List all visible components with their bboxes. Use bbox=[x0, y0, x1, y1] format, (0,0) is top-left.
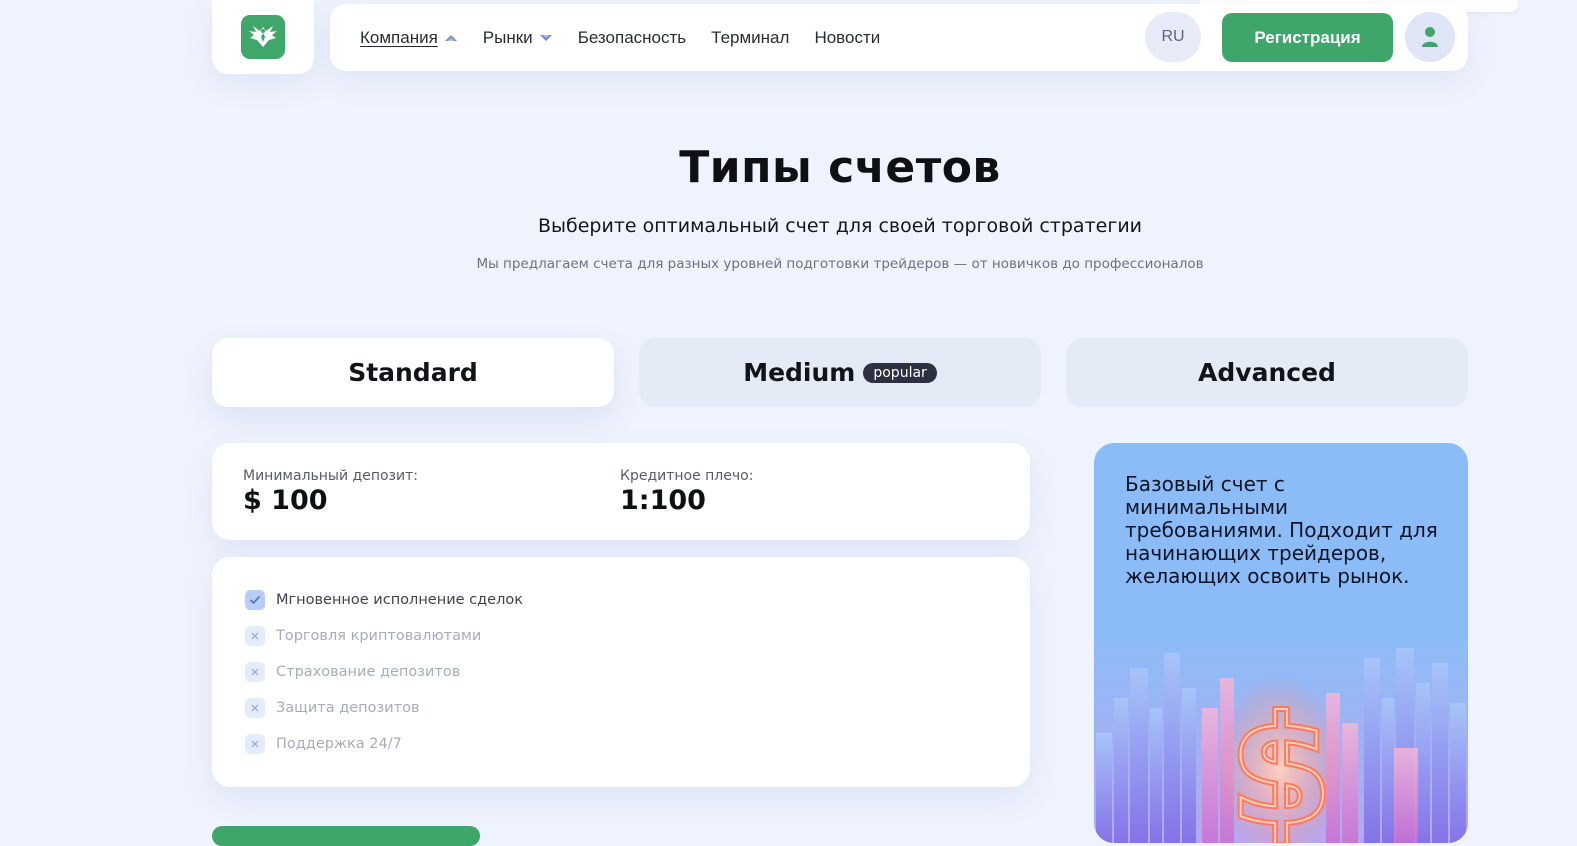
account-button[interactable] bbox=[1405, 12, 1455, 62]
nav-item-news[interactable]: Новости bbox=[814, 28, 880, 48]
eagle-logo-icon bbox=[241, 15, 285, 59]
feature-item: Мгновенное исполнение сделок bbox=[245, 590, 523, 610]
nav-item-markets[interactable]: Рынки bbox=[483, 28, 553, 48]
register-button[interactable]: Регистрация bbox=[1222, 13, 1393, 62]
tab-label: Advanced bbox=[1198, 358, 1336, 387]
chevron-down-icon bbox=[539, 34, 552, 41]
feature-label: Торговля криптовалютами bbox=[276, 628, 482, 644]
cross-icon bbox=[245, 698, 265, 718]
check-icon bbox=[245, 590, 265, 610]
nav-item-security[interactable]: Безопасность bbox=[578, 28, 686, 48]
feature-item: Защита депозитов bbox=[245, 698, 420, 718]
popular-badge: popular bbox=[863, 362, 937, 383]
tab-label: Standard bbox=[348, 358, 478, 387]
language-switcher[interactable]: RU bbox=[1145, 12, 1201, 62]
feature-label: Поддержка 24/7 bbox=[276, 736, 402, 752]
nav-item-label: Рынки bbox=[482, 27, 533, 47]
page-subtitle: Выберите оптимальный счет для своей торг… bbox=[537, 215, 1143, 237]
leverage-value: 1:100 bbox=[620, 485, 706, 516]
leverage-label: Кредитное плечо: bbox=[620, 468, 754, 484]
tab-label: Medium bbox=[743, 358, 856, 387]
feature-item: Поддержка 24/7 bbox=[245, 734, 402, 754]
min-deposit-label: Минимальный депозит: bbox=[243, 468, 418, 484]
nav-item-terminal[interactable]: Терминал bbox=[711, 28, 789, 48]
nav-item-company[interactable]: Компания bbox=[360, 28, 458, 48]
top-navbar: Компания Рынки Безопасность Терминал Нов… bbox=[330, 4, 1468, 71]
promo-text: Базовый счет с минимальными требованиями… bbox=[1125, 472, 1438, 588]
features-card: Мгновенное исполнение сделок Торговля кр… bbox=[212, 557, 1030, 787]
logo-link[interactable] bbox=[212, 0, 314, 74]
cross-icon bbox=[245, 626, 265, 646]
page-description: Мы предлагаем счета для разных уровней п… bbox=[476, 256, 1204, 272]
nav-links: Компания Рынки Безопасность Терминал Нов… bbox=[360, 4, 905, 71]
feature-label: Защита депозитов bbox=[276, 700, 420, 716]
tab-medium[interactable]: Medium popular bbox=[639, 338, 1041, 407]
account-promo-card: Базовый счет с минимальными требованиями… bbox=[1094, 443, 1468, 843]
nav-item-label: Терминал bbox=[711, 27, 790, 47]
chevron-up-icon bbox=[444, 34, 457, 41]
feature-item: Страхование депозитов bbox=[245, 662, 460, 682]
tab-standard[interactable]: Standard bbox=[212, 338, 614, 407]
min-deposit-value: $ 100 bbox=[243, 485, 328, 516]
nav-item-label: Компания bbox=[360, 27, 438, 47]
min-deposit: Минимальный депозит: $ 100 bbox=[243, 468, 418, 516]
nav-item-label: Новости bbox=[814, 27, 881, 47]
account-params-card: Минимальный депозит: $ 100 Кредитное пле… bbox=[212, 443, 1030, 540]
open-account-button[interactable] bbox=[212, 826, 480, 846]
svg-text:$: $ bbox=[1229, 685, 1333, 843]
nav-item-label: Безопасность bbox=[577, 27, 687, 47]
user-icon bbox=[1422, 27, 1438, 47]
page-title: Типы счетов bbox=[679, 142, 1001, 193]
leverage: Кредитное плечо: 1:100 bbox=[620, 468, 753, 516]
feature-item: Торговля криптовалютами bbox=[245, 626, 481, 646]
cross-icon bbox=[245, 662, 265, 682]
feature-label: Страхование депозитов bbox=[276, 664, 461, 680]
tab-advanced[interactable]: Advanced bbox=[1066, 338, 1468, 407]
feature-label: Мгновенное исполнение сделок bbox=[276, 592, 523, 608]
cross-icon bbox=[245, 734, 265, 754]
city-dollar-illustration: $ $ bbox=[1094, 638, 1468, 843]
